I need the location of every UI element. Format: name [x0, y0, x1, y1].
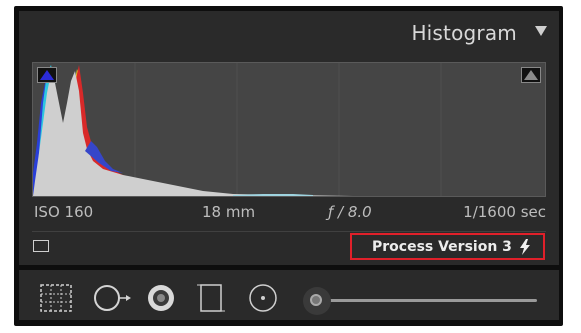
shadow-clipping-indicator[interactable]: [37, 67, 57, 83]
slider-knob-center: [310, 294, 322, 306]
brush-slider-track[interactable]: [315, 299, 537, 302]
panel-title: Histogram: [411, 21, 517, 45]
highlight-clipping-indicator[interactable]: [521, 67, 541, 83]
focal-length-value: 18 mm: [202, 203, 256, 221]
iso-value: ISO 160: [34, 203, 94, 221]
graduated-filter-icon[interactable]: [197, 283, 225, 313]
histogram-panel: Histogram ISO 160 18 mm ƒ / 8.0 1/1600 s…: [19, 11, 559, 265]
divider: [32, 231, 546, 232]
histogram-plot: [33, 63, 442, 196]
radial-filter-icon[interactable]: [247, 283, 279, 313]
aperture-value: ƒ / 8.0: [328, 203, 372, 221]
tool-strip: [19, 270, 559, 320]
histogram-graph[interactable]: [32, 62, 546, 197]
background-edge: [563, 6, 581, 333]
crop-overlay-icon[interactable]: [39, 283, 73, 313]
triangle-down-icon[interactable]: [535, 26, 547, 36]
gray-triangle-icon: [524, 70, 538, 80]
rectangle-icon[interactable]: [33, 240, 49, 252]
lightning-bolt-icon[interactable]: [519, 239, 531, 255]
spot-removal-icon[interactable]: [93, 283, 133, 313]
adjustment-brush-slider-icon[interactable]: [303, 287, 331, 315]
panel-header[interactable]: Histogram: [19, 11, 559, 51]
process-version-box[interactable]: Process Version 3: [350, 233, 545, 260]
process-version-label: Process Version 3: [372, 239, 512, 255]
red-eye-icon[interactable]: [145, 283, 177, 313]
shutter-speed-value: 1/1600 sec: [463, 203, 546, 221]
blue-triangle-icon: [40, 70, 54, 80]
exif-info: ISO 160 18 mm ƒ / 8.0 1/1600 sec: [32, 203, 546, 223]
